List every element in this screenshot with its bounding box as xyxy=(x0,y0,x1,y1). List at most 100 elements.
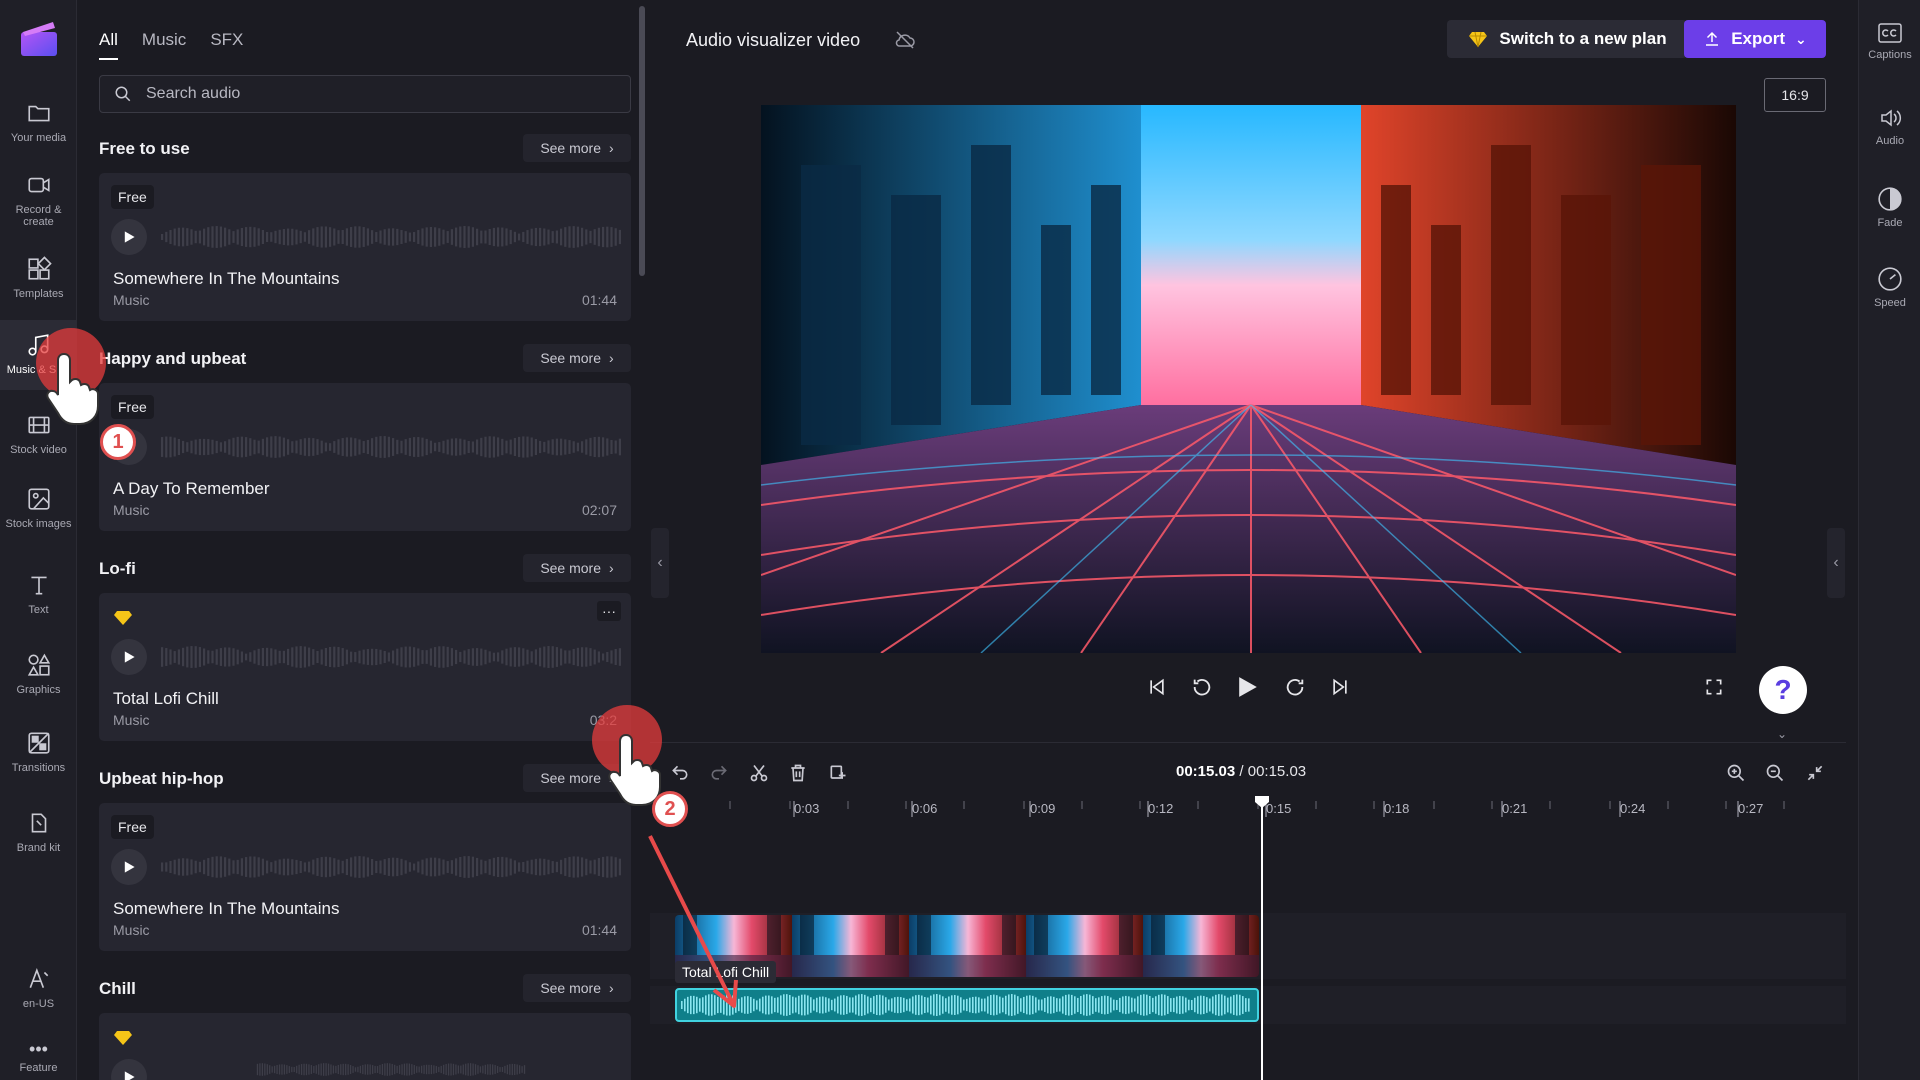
waveform-bar xyxy=(165,231,168,243)
track-card[interactable]: Free Somewhere In The Mountains Music 01… xyxy=(99,803,631,951)
waveform-bar xyxy=(253,650,256,664)
waveform xyxy=(161,856,621,878)
waveform-bar xyxy=(291,441,294,453)
rail-record-create[interactable]: Record & create xyxy=(0,160,77,230)
see-more-button[interactable]: See more › xyxy=(523,554,631,582)
audio-clip-wave-bar xyxy=(954,994,956,1016)
collapse-preview-button[interactable]: ⌄ xyxy=(1767,726,1797,742)
waveform-bar xyxy=(505,228,508,246)
play-button[interactable] xyxy=(111,849,147,885)
forward-5-button[interactable] xyxy=(1280,672,1310,702)
waveform-bar xyxy=(564,439,567,455)
track-card[interactable]: Free Somewhere In The Mountains Music 01… xyxy=(99,173,631,321)
waveform-bar xyxy=(203,648,206,666)
duplicate-button[interactable] xyxy=(824,759,852,787)
see-more-button[interactable]: See more › xyxy=(523,974,631,1002)
rail-templates[interactable]: Templates xyxy=(0,244,77,314)
audio-clip[interactable] xyxy=(675,988,1259,1022)
see-more-button[interactable]: See more › xyxy=(523,764,631,792)
rail-language[interactable]: en-US xyxy=(0,954,77,1024)
switch-plan-button[interactable]: Switch to a new plan xyxy=(1447,20,1687,58)
play-pause-button[interactable] xyxy=(1233,672,1263,702)
rail-speed[interactable]: Speed xyxy=(1859,252,1920,322)
more-options-button[interactable]: ··· xyxy=(597,601,621,621)
waveform-bar xyxy=(509,647,512,667)
timeline-ruler[interactable] xyxy=(650,799,1846,829)
waveform-bar xyxy=(219,442,222,452)
track-card[interactable] xyxy=(99,1013,631,1080)
rail-label: Text xyxy=(28,604,49,616)
playhead-handle[interactable] xyxy=(1254,795,1270,809)
track-genre: Music xyxy=(113,292,150,308)
aspect-ratio-button[interactable]: 16:9 xyxy=(1764,78,1826,112)
fit-timeline-button[interactable] xyxy=(1801,759,1829,787)
waveform-bar xyxy=(198,438,201,456)
audio-clip-wave-bar xyxy=(1236,994,1238,1016)
tab-all[interactable]: All xyxy=(99,30,118,60)
waveform-bar xyxy=(207,439,210,455)
waveform-bar xyxy=(568,650,571,664)
rail-transitions[interactable]: Transitions xyxy=(0,718,77,788)
play-button[interactable] xyxy=(111,429,147,465)
collapse-panel-button[interactable]: ‹ xyxy=(651,528,669,598)
play-button[interactable] xyxy=(111,219,147,255)
audio-clip-wave-bar xyxy=(1239,994,1241,1016)
waveform-bar xyxy=(501,856,504,878)
help-button[interactable]: ? xyxy=(1759,666,1807,714)
waveform-bar xyxy=(299,230,302,244)
play-button[interactable] xyxy=(111,639,147,675)
rail-captions[interactable]: Captions xyxy=(1859,8,1920,78)
waveform-bar xyxy=(467,440,470,454)
rail-graphics[interactable]: Graphics xyxy=(0,640,77,710)
play-button[interactable] xyxy=(111,1059,147,1080)
see-more-button[interactable]: See more › xyxy=(523,344,631,372)
clipchamp-logo[interactable] xyxy=(19,20,59,58)
audio-clip-wave-bar xyxy=(855,995,857,1015)
waveform-bar xyxy=(602,856,605,878)
waveform-bar xyxy=(261,229,264,245)
delete-button[interactable] xyxy=(784,759,812,787)
rail-fade[interactable]: Fade xyxy=(1859,172,1920,242)
zoom-out-button[interactable] xyxy=(1761,759,1789,787)
chevron-left-icon: ‹ xyxy=(657,554,663,571)
playhead[interactable] xyxy=(1261,799,1263,1080)
waveform-bar xyxy=(576,647,579,667)
panel-scrollbar[interactable] xyxy=(639,6,645,276)
export-button[interactable]: Export ⌄ xyxy=(1684,20,1826,58)
video-preview[interactable] xyxy=(761,105,1736,653)
skip-to-end-button[interactable] xyxy=(1325,672,1355,702)
waveform-bar xyxy=(606,856,609,878)
collapse-right-panel-button[interactable]: ‹ xyxy=(1827,528,1845,598)
waveform-bar xyxy=(509,439,512,455)
search-input[interactable] xyxy=(146,85,596,103)
undo-button[interactable] xyxy=(666,759,694,787)
audio-clip-wave-bar xyxy=(1215,994,1217,1016)
rail-stock-images[interactable]: Stock images xyxy=(0,474,77,544)
audio-clip-wave-bar xyxy=(765,995,767,1015)
rewind-5-button[interactable] xyxy=(1187,672,1217,702)
project-title[interactable]: Audio visualizer video xyxy=(686,30,860,51)
rail-audio[interactable]: Audio xyxy=(1859,92,1920,162)
rail-stock-video[interactable]: Stock video xyxy=(0,400,77,470)
audio-clip-wave-bar xyxy=(948,996,950,1014)
waveform-bar xyxy=(480,648,483,666)
split-button[interactable] xyxy=(745,759,773,787)
skip-to-start-button[interactable] xyxy=(1142,672,1172,702)
see-more-button[interactable]: See more › xyxy=(523,134,631,162)
rail-feature[interactable]: ••• Feature xyxy=(0,1030,77,1080)
zoom-in-button[interactable] xyxy=(1722,759,1750,787)
track-card[interactable]: ··· Total Lofi Chill Music 03:2 xyxy=(99,593,631,741)
rail-brand-kit[interactable]: Brand kit xyxy=(0,798,77,868)
fullscreen-button[interactable] xyxy=(1699,672,1729,702)
tab-music[interactable]: Music xyxy=(142,30,186,60)
waveform-bar xyxy=(547,229,550,245)
rail-music-sfx[interactable]: Music & SFX xyxy=(0,320,77,390)
redo-button[interactable] xyxy=(705,759,733,787)
rail-text[interactable]: Text xyxy=(0,560,77,630)
tab-sfx[interactable]: SFX xyxy=(210,30,243,60)
track-card[interactable]: Free A Day To Remember Music 02:07 xyxy=(99,383,631,531)
waveform-bar xyxy=(194,860,197,874)
waveform-bar xyxy=(333,646,336,668)
rail-your-media[interactable]: Your media xyxy=(0,88,77,158)
waveform-bar xyxy=(425,858,428,876)
